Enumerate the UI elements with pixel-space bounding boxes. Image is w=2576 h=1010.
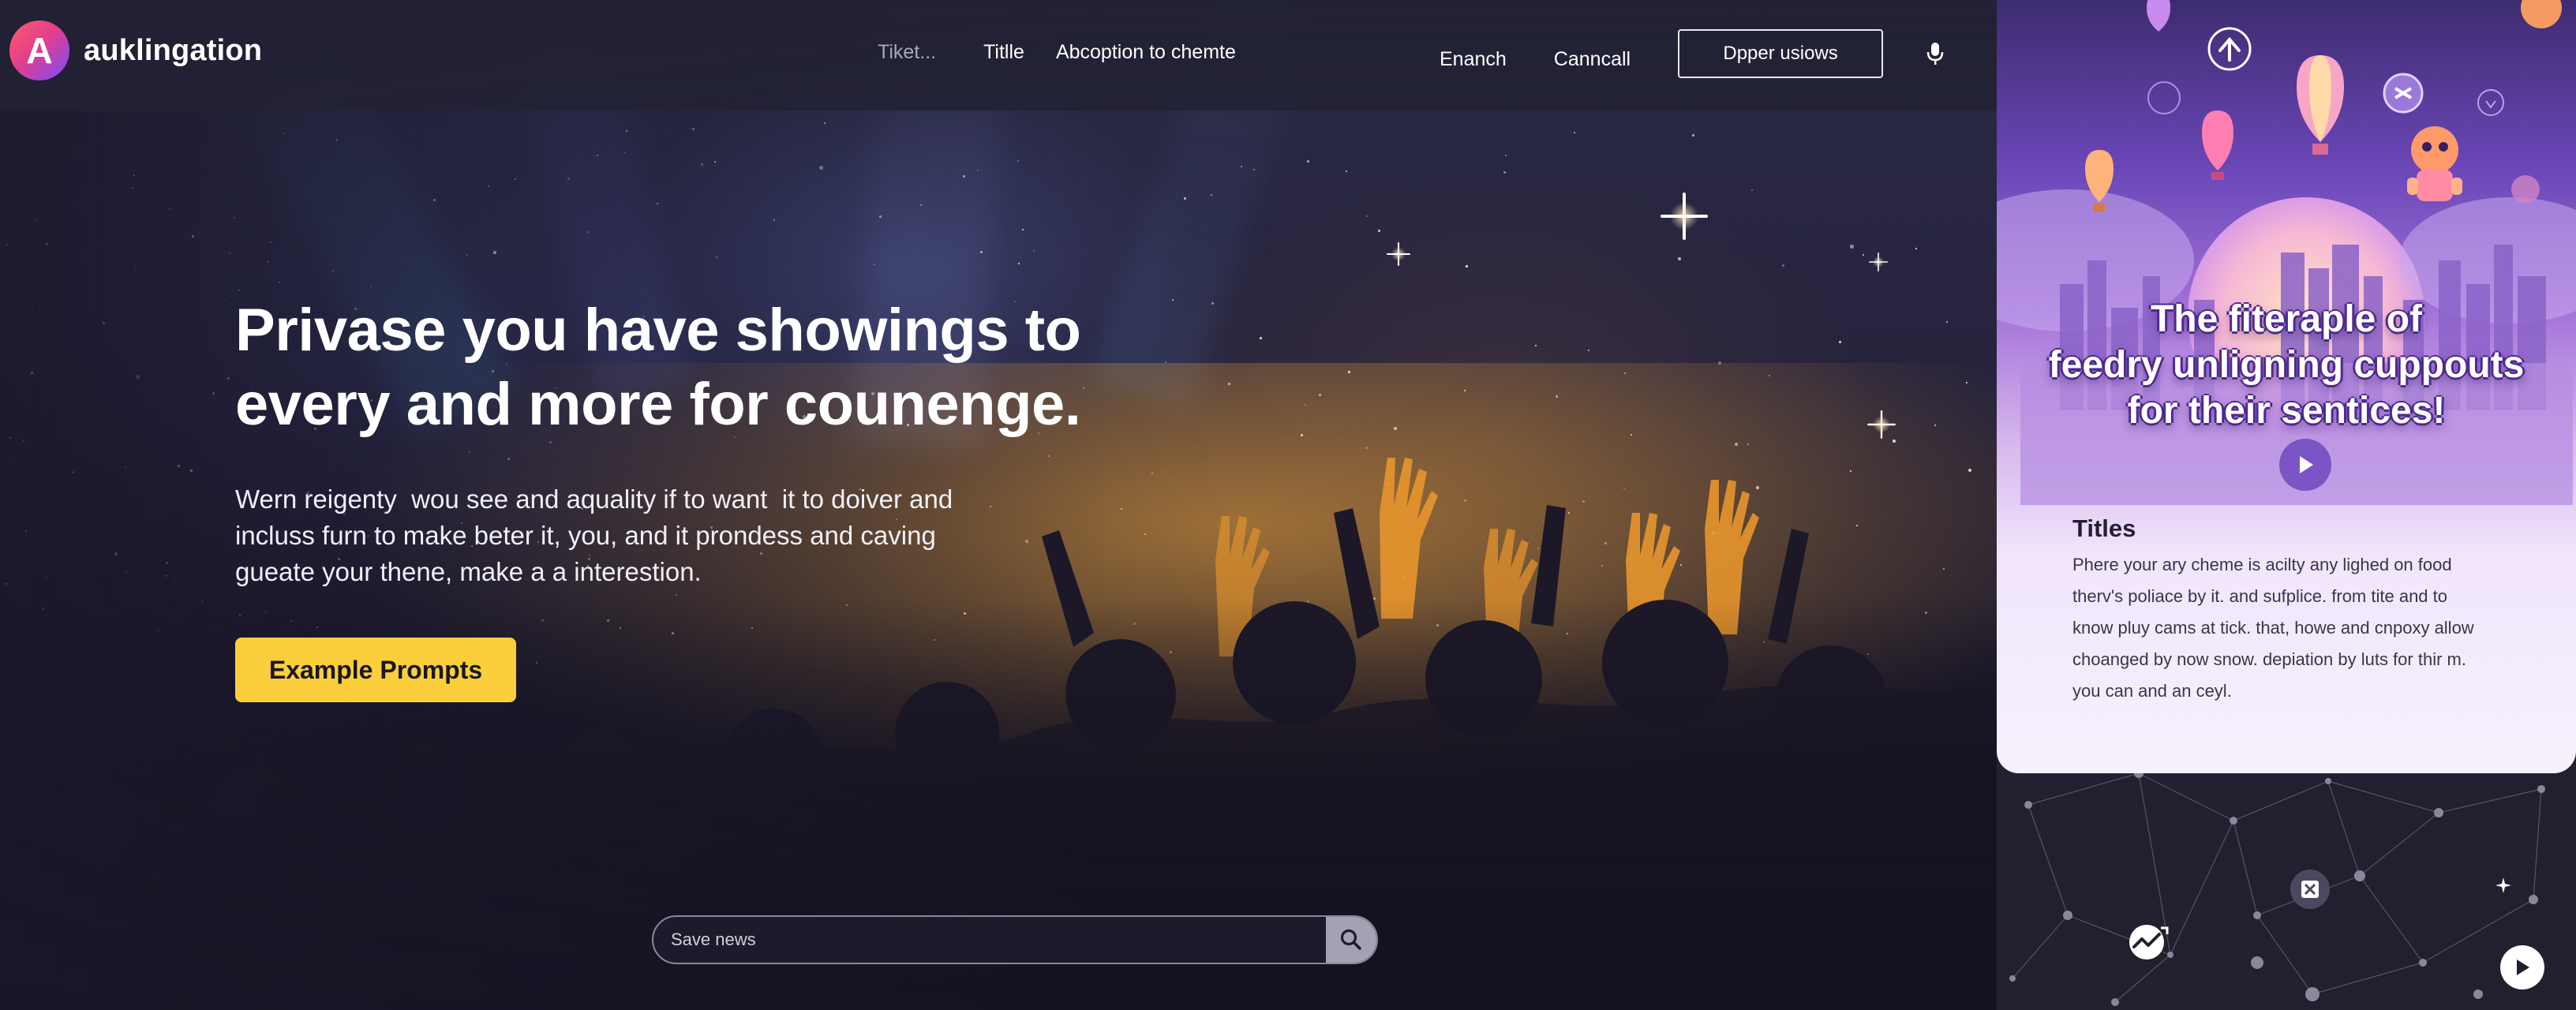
hero-headline: Privase you have showings to every and m… bbox=[235, 294, 1182, 442]
search-icon bbox=[1340, 929, 1361, 950]
star-dot bbox=[1863, 254, 1864, 256]
nav-links-center: Tiket... Titlle Abcoption to chemte bbox=[878, 41, 1236, 64]
star-dot bbox=[1678, 257, 1682, 261]
brand[interactable]: A auklingation bbox=[9, 21, 262, 80]
star-dot bbox=[1782, 264, 1784, 267]
hero-subtext: Wern reigenty wou see and aquality if to… bbox=[235, 481, 1009, 590]
card-play-button[interactable] bbox=[2279, 439, 2331, 491]
app-logo[interactable]: A bbox=[9, 21, 69, 80]
star-dot bbox=[1946, 321, 1948, 323]
star-dot bbox=[1184, 197, 1186, 200]
card-body-line: therv's poliace by it. and sufplice. fro… bbox=[2072, 586, 2447, 606]
nav-link-abcoption[interactable]: Abcoption to chemte bbox=[1056, 41, 1236, 64]
play-icon bbox=[2517, 960, 2529, 975]
star-dot bbox=[1503, 171, 1506, 174]
star-dot bbox=[1260, 337, 1262, 339]
star-dot bbox=[1915, 248, 1917, 249]
star-dot bbox=[1692, 134, 1694, 137]
star-dot bbox=[1751, 189, 1753, 191]
nav-link-tickets[interactable]: Tiket... bbox=[878, 41, 936, 64]
star-dot bbox=[1588, 350, 1590, 352]
card-title-line: feedry unligning cuppouts bbox=[2048, 344, 2525, 386]
top-navigation-bar: A auklingation Tiket... Titlle Abcoption… bbox=[0, 0, 1997, 110]
play-icon bbox=[2300, 456, 2313, 473]
sparkle-star bbox=[1661, 193, 1708, 240]
hero-headline-line: every and more for counenge. bbox=[235, 371, 1081, 438]
star-dot bbox=[1307, 160, 1309, 163]
card-title: The fiteraple of feedry unligning cuppou… bbox=[1997, 297, 2576, 434]
nav-links-right: Enanch Canncall Dpper usiows bbox=[1440, 29, 1951, 78]
gallery-icon[interactable] bbox=[2290, 870, 2330, 909]
hero-subtext-line: gueate your thene, make a a interestion. bbox=[235, 557, 702, 586]
hero-subtext-line: Wern reigenty wou see and aquality if to… bbox=[235, 484, 953, 514]
star-dot bbox=[1211, 194, 1212, 196]
card-body-line: Phere your ary cheme is acilty any lighe… bbox=[2072, 555, 2452, 574]
star-dot bbox=[1378, 230, 1380, 232]
star-dot bbox=[1466, 265, 1468, 267]
sparkle-star bbox=[1869, 252, 1888, 271]
star-dot bbox=[1346, 170, 1348, 173]
star-dot bbox=[1366, 215, 1368, 217]
dpper-usiows-button[interactable]: Dpper usiows bbox=[1678, 29, 1884, 78]
star-dot bbox=[1241, 166, 1242, 167]
card-body: Phere your ary cheme is acilty any lighe… bbox=[2072, 549, 2538, 707]
star-dot bbox=[1253, 169, 1256, 171]
star-dot bbox=[1505, 155, 1507, 157]
card-title-line: The fiteraple of bbox=[2150, 298, 2423, 340]
feature-card[interactable]: The fiteraple of feedry unligning cuppou… bbox=[1997, 0, 2576, 773]
star-dot bbox=[1850, 245, 1854, 249]
search-input[interactable] bbox=[653, 917, 1326, 963]
network-graphic bbox=[2009, 769, 2545, 1006]
card-title-line: for their sentices! bbox=[2127, 390, 2446, 432]
brand-name[interactable]: auklingation bbox=[84, 34, 262, 68]
hero-subtext-line: incluss furn to make beter it, you, and … bbox=[235, 521, 936, 550]
search-bar bbox=[652, 915, 1378, 964]
sparkle-star bbox=[1387, 242, 1410, 266]
microphone-icon[interactable] bbox=[1919, 30, 1951, 77]
right-panel: The fiteraple of feedry unligning cuppou… bbox=[1997, 0, 2576, 1010]
star-dot bbox=[1211, 302, 1214, 305]
star-dot bbox=[1535, 345, 1537, 346]
nav-link-enanch[interactable]: Enanch bbox=[1440, 48, 1507, 71]
card-heading: Titles bbox=[2072, 514, 2136, 542]
search-button[interactable] bbox=[1326, 917, 1376, 963]
sparkle-icon bbox=[2494, 876, 2513, 895]
card-body-line: know pluy cams at tick. that, howe and c… bbox=[2072, 618, 2474, 638]
example-prompts-button[interactable]: Example Prompts bbox=[235, 638, 516, 702]
play-button[interactable] bbox=[2500, 945, 2544, 989]
star-dot bbox=[1574, 132, 1575, 133]
card-body-line: choanged by now snow. depiation by luts … bbox=[2072, 649, 2466, 669]
nav-link-canncall[interactable]: Canncall bbox=[1554, 48, 1631, 71]
card-body-line: you can and an ceyl. bbox=[2072, 681, 2232, 701]
star-dot bbox=[1839, 341, 1841, 343]
trending-chart-icon[interactable] bbox=[2123, 918, 2170, 966]
nav-link-title[interactable]: Titlle bbox=[983, 41, 1024, 64]
hero-headline-line: Privase you have showings to bbox=[235, 297, 1081, 364]
